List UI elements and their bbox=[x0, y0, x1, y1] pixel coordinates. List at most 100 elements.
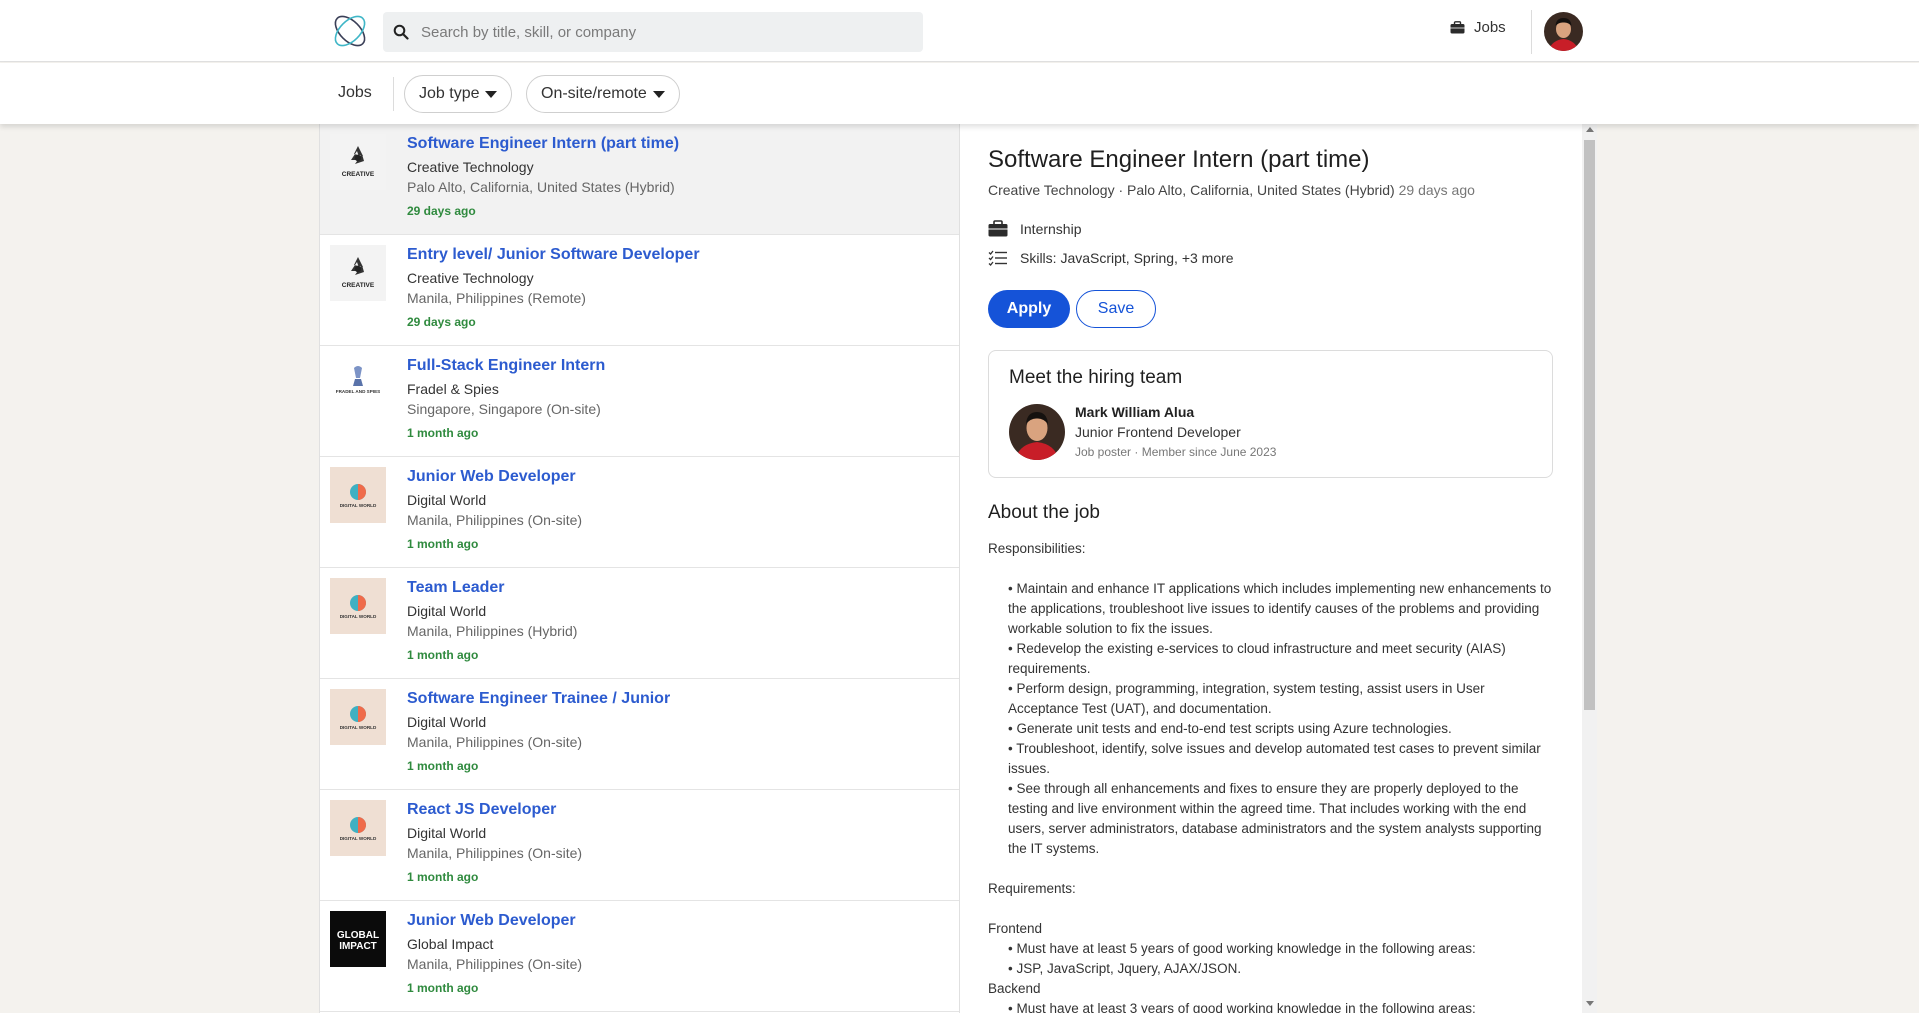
job-title-link[interactable]: Junior Web Developer bbox=[407, 468, 576, 486]
briefcase-icon bbox=[1450, 21, 1465, 34]
job-list-item[interactable]: GLOBAL IMPACT Junior Web Developer Globa… bbox=[320, 901, 959, 1012]
job-list: CREATIVE Software Engineer Intern (part … bbox=[319, 124, 960, 1013]
search-bar[interactable] bbox=[383, 12, 923, 52]
fradel-logo: FRADEL AND SPIES bbox=[330, 356, 386, 412]
frontend-item: • JSP, JavaScript, Jquery, AJAX/JSON. bbox=[1008, 961, 1242, 976]
search-input[interactable] bbox=[421, 23, 901, 41]
job-posted-age: 29 days ago bbox=[407, 204, 476, 218]
job-title-link[interactable]: Full-Stack Engineer Intern bbox=[407, 357, 605, 375]
creative-logo: CREATIVE bbox=[330, 134, 386, 190]
responsibility-item: • Redevelop the existing e-services to c… bbox=[1008, 641, 1506, 676]
scroll-down-arrow-icon[interactable] bbox=[1586, 1001, 1594, 1006]
job-company: Creative Technology bbox=[407, 159, 534, 175]
job-location: Singapore, Singapore (On-site) bbox=[407, 401, 601, 417]
save-button[interactable]: Save bbox=[1076, 290, 1156, 328]
responsibility-item: • Perform design, programming, integrati… bbox=[1008, 681, 1485, 716]
job-title-link[interactable]: React JS Developer bbox=[407, 801, 556, 819]
job-title-link[interactable]: Software Engineer Trainee / Junior bbox=[407, 690, 670, 708]
responsibility-item: • Maintain and enhance IT applications w… bbox=[1008, 581, 1552, 636]
poster-avatar[interactable] bbox=[1009, 404, 1065, 460]
creative-logo-text: CREATIVE bbox=[342, 171, 375, 178]
job-location: Palo Alto, California, United States (Hy… bbox=[407, 179, 675, 195]
responsibility-item: • Generate unit tests and end-to-end tes… bbox=[1008, 721, 1452, 736]
creative-logo-text: CREATIVE bbox=[342, 282, 375, 289]
job-company: Digital World bbox=[407, 492, 487, 508]
job-posted-age: 1 month ago bbox=[407, 870, 479, 884]
job-list-item[interactable]: CREATIVE Entry level/ Junior Software De… bbox=[320, 235, 959, 346]
job-location: Manila, Philippines (On-site) bbox=[407, 512, 583, 528]
about-job-heading: About the job bbox=[988, 502, 1100, 523]
app-logo-icon[interactable] bbox=[330, 11, 370, 51]
frontend-item: • Must have at least 5 years of good wor… bbox=[1008, 941, 1476, 956]
digital-world-logo: DIGITAL WORLD bbox=[330, 578, 386, 634]
filter-bar: Jobs Job type On-site/remote bbox=[0, 63, 1919, 124]
digital-world-logo: DIGITAL WORLD bbox=[330, 689, 386, 745]
nav-jobs-link[interactable]: Jobs bbox=[1450, 19, 1506, 36]
job-company: Digital World bbox=[407, 603, 487, 619]
poster-meta: Job poster · Member since June 2023 bbox=[1075, 445, 1277, 459]
digital-logo-text: DIGITAL WORLD bbox=[340, 614, 377, 619]
skills-row[interactable]: Skills: JavaScript, Spring, +3 more bbox=[988, 250, 1234, 266]
backend-label: Backend bbox=[988, 981, 1041, 996]
job-location: Manila, Philippines (On-site) bbox=[407, 956, 583, 972]
responsibilities-label: Responsibilities: bbox=[988, 541, 1086, 556]
scroll-up-arrow-icon[interactable] bbox=[1586, 127, 1594, 132]
job-list-item[interactable]: DIGITAL WORLD React JS Developer Digital… bbox=[320, 790, 959, 901]
job-posted-age: 1 month ago bbox=[407, 759, 479, 773]
job-location: Manila, Philippines (On-site) bbox=[407, 845, 583, 861]
poster-role: Junior Frontend Developer bbox=[1075, 424, 1241, 440]
search-icon bbox=[393, 24, 409, 40]
job-title-link[interactable]: Junior Web Developer bbox=[407, 912, 576, 930]
apply-button[interactable]: Apply bbox=[988, 290, 1070, 328]
poster-name[interactable]: Mark William Alua bbox=[1075, 404, 1194, 420]
job-detail-title: Software Engineer Intern (part time) bbox=[988, 146, 1370, 173]
job-company: Global Impact bbox=[407, 936, 494, 952]
detail-scrollbar-thumb[interactable] bbox=[1584, 140, 1595, 710]
caret-down-icon bbox=[652, 90, 665, 98]
job-description: Responsibilities: • Maintain and enhance… bbox=[988, 539, 1553, 1013]
job-list-item[interactable]: DIGITAL WORLD Junior Web Developer Digit… bbox=[320, 457, 959, 568]
responsibility-item: • See through all enhancements and fixes… bbox=[1008, 781, 1542, 856]
responsibility-item: • Troubleshoot, identify, solve issues a… bbox=[1008, 741, 1541, 776]
top-navbar: Jobs bbox=[0, 0, 1919, 62]
job-company: Digital World bbox=[407, 714, 487, 730]
job-detail-meta: Creative Technology · Palo Alto, Califor… bbox=[988, 182, 1475, 198]
nav-divider bbox=[1531, 10, 1532, 54]
digital-world-logo: DIGITAL WORLD bbox=[330, 800, 386, 856]
job-title-link[interactable]: Entry level/ Junior Software Developer bbox=[407, 246, 700, 264]
job-posted-age: 29 days ago bbox=[407, 315, 476, 329]
job-detail-posted: 29 days ago bbox=[1398, 182, 1475, 198]
job-type-row: Internship bbox=[988, 220, 1081, 237]
job-company: Fradel & Spies bbox=[407, 381, 499, 397]
job-posted-age: 1 month ago bbox=[407, 537, 479, 551]
skills-label: Skills: JavaScript, Spring, +3 more bbox=[1020, 250, 1234, 266]
job-title-link[interactable]: Software Engineer Intern (part time) bbox=[407, 135, 679, 153]
location-type-filter[interactable]: On-site/remote bbox=[526, 75, 680, 113]
job-type-filter[interactable]: Job type bbox=[404, 75, 513, 113]
fradel-logo-text: FRADEL AND SPIES bbox=[336, 389, 380, 394]
digital-logo-text: DIGITAL WORLD bbox=[340, 836, 377, 841]
job-list-item[interactable]: DIGITAL WORLD Team Leader Digital World … bbox=[320, 568, 959, 679]
global-logo-text-1: GLOBAL bbox=[337, 930, 379, 941]
filter-divider bbox=[393, 77, 394, 111]
digital-logo-text: DIGITAL WORLD bbox=[340, 503, 377, 508]
hiring-team-heading: Meet the hiring team bbox=[1009, 367, 1183, 388]
job-company: Digital World bbox=[407, 825, 487, 841]
briefcase-icon bbox=[988, 220, 1008, 237]
job-list-item[interactable]: DIGITAL WORLD Software Engineer Trainee … bbox=[320, 679, 959, 790]
job-type-filter-label: Job type bbox=[419, 85, 480, 102]
global-impact-logo: GLOBAL IMPACT bbox=[330, 911, 386, 967]
user-avatar[interactable] bbox=[1544, 12, 1583, 51]
job-posted-age: 1 month ago bbox=[407, 648, 479, 662]
hiring-team-card: Meet the hiring team Mark William Alua J… bbox=[988, 350, 1553, 478]
job-title-link[interactable]: Team Leader bbox=[407, 579, 505, 597]
location-type-filter-label: On-site/remote bbox=[541, 85, 647, 102]
job-location: Manila, Philippines (Hybrid) bbox=[407, 623, 578, 639]
creative-logo: CREATIVE bbox=[330, 245, 386, 301]
global-logo-text-2: IMPACT bbox=[339, 941, 377, 952]
job-list-item[interactable]: CREATIVE Software Engineer Intern (part … bbox=[320, 124, 959, 235]
backend-item: • Must have at least 3 years of good wor… bbox=[1008, 1001, 1476, 1013]
job-detail-panel: Software Engineer Intern (part time) Cre… bbox=[960, 124, 1597, 1013]
job-type-label: Internship bbox=[1020, 220, 1082, 237]
job-list-item[interactable]: FRADEL AND SPIES Full-Stack Engineer Int… bbox=[320, 346, 959, 457]
